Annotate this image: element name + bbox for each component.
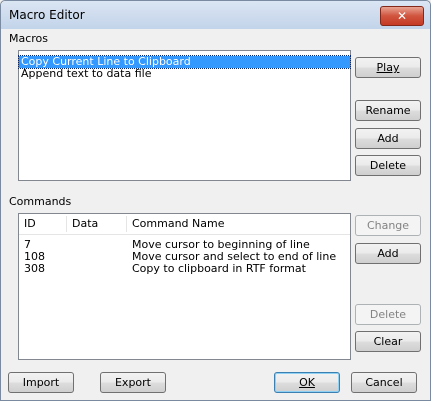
export-button-label: Export <box>114 376 151 389</box>
close-icon[interactable]: ✕ <box>380 6 424 26</box>
macro-delete-button[interactable]: Delete <box>355 155 421 176</box>
command-delete-button[interactable]: Delete <box>355 304 421 325</box>
commands-list-header: ID Data Command Name <box>19 214 350 235</box>
command-add-button-label: Add <box>377 247 399 260</box>
ok-button[interactable]: OK <box>274 372 340 393</box>
rename-button-label: Rename <box>365 104 411 117</box>
dialog-client-area: Macros Copy Current Line to Clipboard Ap… <box>8 31 424 393</box>
macro-item-append-text[interactable]: Append text to data file <box>19 68 350 80</box>
change-button-label: Change <box>366 219 410 232</box>
commands-list[interactable]: ID Data Command Name 7 Move cursor to be… <box>18 213 351 360</box>
macro-add-button-label: Add <box>377 132 399 145</box>
title-bar[interactable]: Macro Editor ✕ <box>1 1 430 29</box>
play-button-label: Play <box>376 61 400 74</box>
commands-section-label: Commands <box>9 195 72 208</box>
row-id: 308 <box>24 262 45 275</box>
export-button[interactable]: Export <box>100 372 166 393</box>
command-delete-button-label: Delete <box>369 308 407 321</box>
clear-button-label: Clear <box>373 335 403 348</box>
cancel-button[interactable]: Cancel <box>351 372 417 393</box>
change-button[interactable]: Change <box>355 215 421 236</box>
window-title: Macro Editor <box>9 8 85 22</box>
column-header-id[interactable]: ID <box>19 214 66 234</box>
column-header-data[interactable]: Data <box>67 214 126 234</box>
ok-button-label: OK <box>299 376 315 389</box>
macro-delete-button-label: Delete <box>369 159 407 172</box>
cancel-button-label: Cancel <box>365 376 403 389</box>
macro-editor-window: Macro Editor ✕ Macros Copy Current Line … <box>0 0 431 401</box>
macros-list[interactable]: Copy Current Line to Clipboard Append te… <box>18 50 351 181</box>
macros-section-label: Macros <box>9 32 49 45</box>
macro-add-button[interactable]: Add <box>355 128 421 149</box>
import-button[interactable]: Import <box>8 372 74 393</box>
table-row[interactable]: 308 Copy to clipboard in RTF format <box>19 263 350 275</box>
rename-button[interactable]: Rename <box>355 100 421 121</box>
clear-button[interactable]: Clear <box>355 331 421 352</box>
row-command-name: Copy to clipboard in RTF format <box>132 262 306 275</box>
play-button[interactable]: Play <box>355 57 421 78</box>
command-add-button[interactable]: Add <box>355 243 421 264</box>
import-button-label: Import <box>22 376 60 389</box>
column-header-command-name[interactable]: Command Name <box>127 214 347 234</box>
